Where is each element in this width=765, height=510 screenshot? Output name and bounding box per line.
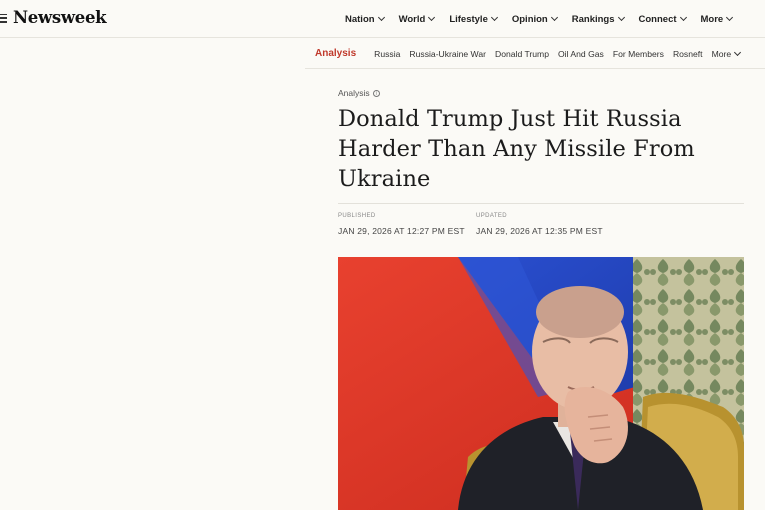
nav-item-lifestyle[interactable]: Lifestyle (449, 12, 498, 26)
nav-item-more[interactable]: More (700, 12, 734, 26)
nav-item-label: World (398, 13, 426, 25)
article-hero-image[interactable] (338, 257, 744, 510)
site-logo[interactable]: Newsweek (13, 8, 107, 27)
headline-line: Donald Trump Just Hit Russia (338, 106, 682, 132)
nav-item-label: Connect (638, 13, 677, 25)
nav-item-nation[interactable]: Nation (345, 12, 385, 26)
divider (338, 203, 744, 204)
updated-label: UPDATED (476, 213, 508, 219)
hamburger-menu-icon[interactable] (0, 11, 8, 25)
chevron-down-icon (617, 13, 625, 22)
info-icon[interactable]: i (372, 89, 380, 97)
hero-photo (338, 257, 744, 510)
updated-block: UPDATED JAN 29, 2026 AT 12:35 PM EST (476, 213, 614, 236)
chevron-down-icon (679, 13, 687, 22)
chevron-down-icon (734, 48, 742, 56)
nav-item-opinion[interactable]: Opinion (511, 12, 558, 26)
subnav-more-label: More (711, 48, 732, 59)
subnav-item-donald-trump[interactable]: Donald Trump (495, 49, 549, 59)
headline-line: Ukraine (338, 166, 431, 192)
article-header: Analysis i Donald Trump Just Hit Russia … (338, 88, 744, 236)
article-headline: Donald Trump Just Hit Russia Harder Than… (338, 104, 744, 194)
subnav-section-analysis[interactable]: Analysis (315, 48, 356, 59)
subnav-item-oil-and-gas[interactable]: Oil And Gas (558, 49, 604, 59)
published-block: PUBLISHED JAN 29, 2026 AT 12:27 PM EST (338, 213, 476, 236)
published-label: PUBLISHED (338, 213, 376, 219)
published-date: JAN 29, 2026 AT 12:27 PM EST (338, 226, 465, 236)
kicker-label[interactable]: Analysis (338, 88, 370, 98)
chevron-down-icon (377, 13, 385, 22)
nav-item-label: Opinion (511, 13, 548, 25)
nav-item-world[interactable]: World (398, 12, 436, 26)
nav-item-label: Rankings (571, 13, 615, 25)
subnav-item-russia[interactable]: Russia (374, 49, 400, 59)
subnav-item-rosneft[interactable]: Rosneft (673, 49, 703, 59)
nav-item-label: Nation (345, 13, 375, 25)
article-dates: PUBLISHED JAN 29, 2026 AT 12:27 PM EST U… (338, 213, 744, 236)
subnav-more-button[interactable]: More (711, 48, 742, 59)
headline-line: Harder Than Any Missile From (338, 136, 695, 162)
site-header: Newsweek Nation World Lifestyle Opinion … (0, 0, 765, 38)
article-kicker: Analysis i (338, 88, 744, 98)
nav-item-rankings[interactable]: Rankings (571, 12, 625, 26)
updated-date: JAN 29, 2026 AT 12:35 PM EST (476, 226, 603, 236)
subnav-item-russia-ukraine-war[interactable]: Russia-Ukraine War (409, 49, 486, 59)
topic-subnav: Analysis Russia Russia-Ukraine War Donal… (305, 39, 765, 69)
nav-item-connect[interactable]: Connect (638, 12, 687, 26)
nav-item-label: More (700, 13, 724, 25)
chevron-down-icon (726, 13, 734, 22)
main-navigation: Nation World Lifestyle Opinion Rankings … (345, 12, 734, 26)
chevron-down-icon (428, 13, 436, 22)
subnav-item-for-members[interactable]: For Members (613, 49, 664, 59)
chevron-down-icon (490, 13, 498, 22)
nav-item-label: Lifestyle (449, 13, 488, 25)
chevron-down-icon (550, 13, 558, 22)
